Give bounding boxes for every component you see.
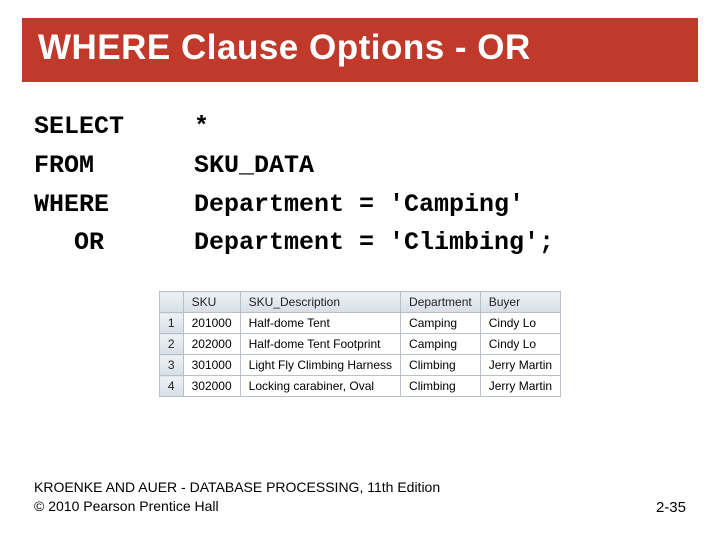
sql-keyword-select: SELECT — [34, 108, 194, 147]
cell-sku: 302000 — [183, 376, 240, 397]
cell-buyer: Jerry Martin — [480, 355, 560, 376]
cell-sku: 201000 — [183, 313, 240, 334]
header-sku: SKU — [183, 292, 240, 313]
sql-line-or: OR Department = 'Climbing'; — [34, 224, 686, 263]
row-number: 4 — [159, 376, 183, 397]
sql-value-select: * — [194, 108, 209, 147]
table-row: 2 202000 Half-dome Tent Footprint Campin… — [159, 334, 560, 355]
cell-desc: Half-dome Tent — [240, 313, 400, 334]
sql-keyword-where: WHERE — [34, 186, 194, 225]
cell-desc: Light Fly Climbing Harness — [240, 355, 400, 376]
footer-line1: KROENKE AND AUER - DATABASE PROCESSING, … — [34, 478, 440, 497]
table-row: 4 302000 Locking carabiner, Oval Climbin… — [159, 376, 560, 397]
header-buyer: Buyer — [480, 292, 560, 313]
table-row: 1 201000 Half-dome Tent Camping Cindy Lo — [159, 313, 560, 334]
cell-buyer: Jerry Martin — [480, 376, 560, 397]
result-table-wrap: SKU SKU_Description Department Buyer 1 2… — [0, 291, 720, 397]
cell-dept: Camping — [401, 334, 481, 355]
header-corner — [159, 292, 183, 313]
cell-buyer: Cindy Lo — [480, 334, 560, 355]
slide-title: WHERE Clause Options - OR — [38, 28, 682, 68]
table-body: 1 201000 Half-dome Tent Camping Cindy Lo… — [159, 313, 560, 397]
header-description: SKU_Description — [240, 292, 400, 313]
sql-line-select: SELECT * — [34, 108, 686, 147]
cell-dept: Climbing — [401, 376, 481, 397]
footer: KROENKE AND AUER - DATABASE PROCESSING, … — [34, 478, 686, 516]
slide: WHERE Clause Options - OR SELECT * FROM … — [0, 18, 720, 558]
cell-sku: 202000 — [183, 334, 240, 355]
table-header-row: SKU SKU_Description Department Buyer — [159, 292, 560, 313]
page-number: 2-35 — [656, 499, 686, 516]
result-table: SKU SKU_Description Department Buyer 1 2… — [159, 291, 561, 397]
sql-line-from: FROM SKU_DATA — [34, 147, 686, 186]
row-number: 1 — [159, 313, 183, 334]
cell-dept: Camping — [401, 313, 481, 334]
sql-value-or: Department = 'Climbing'; — [194, 224, 554, 263]
sql-block: SELECT * FROM SKU_DATA WHERE Department … — [34, 108, 686, 263]
footer-attribution: KROENKE AND AUER - DATABASE PROCESSING, … — [34, 478, 440, 516]
cell-buyer: Cindy Lo — [480, 313, 560, 334]
sql-value-where: Department = 'Camping' — [194, 186, 524, 225]
table-row: 3 301000 Light Fly Climbing Harness Clim… — [159, 355, 560, 376]
sql-keyword-from: FROM — [34, 147, 194, 186]
row-number: 2 — [159, 334, 183, 355]
row-number: 3 — [159, 355, 183, 376]
cell-desc: Locking carabiner, Oval — [240, 376, 400, 397]
sql-value-from: SKU_DATA — [194, 147, 314, 186]
cell-dept: Climbing — [401, 355, 481, 376]
cell-sku: 301000 — [183, 355, 240, 376]
table-head: SKU SKU_Description Department Buyer — [159, 292, 560, 313]
sql-line-where: WHERE Department = 'Camping' — [34, 186, 686, 225]
title-bar: WHERE Clause Options - OR — [22, 18, 698, 82]
footer-line2: © 2010 Pearson Prentice Hall — [34, 497, 440, 516]
cell-desc: Half-dome Tent Footprint — [240, 334, 400, 355]
header-department: Department — [401, 292, 481, 313]
sql-keyword-or: OR — [34, 224, 194, 263]
